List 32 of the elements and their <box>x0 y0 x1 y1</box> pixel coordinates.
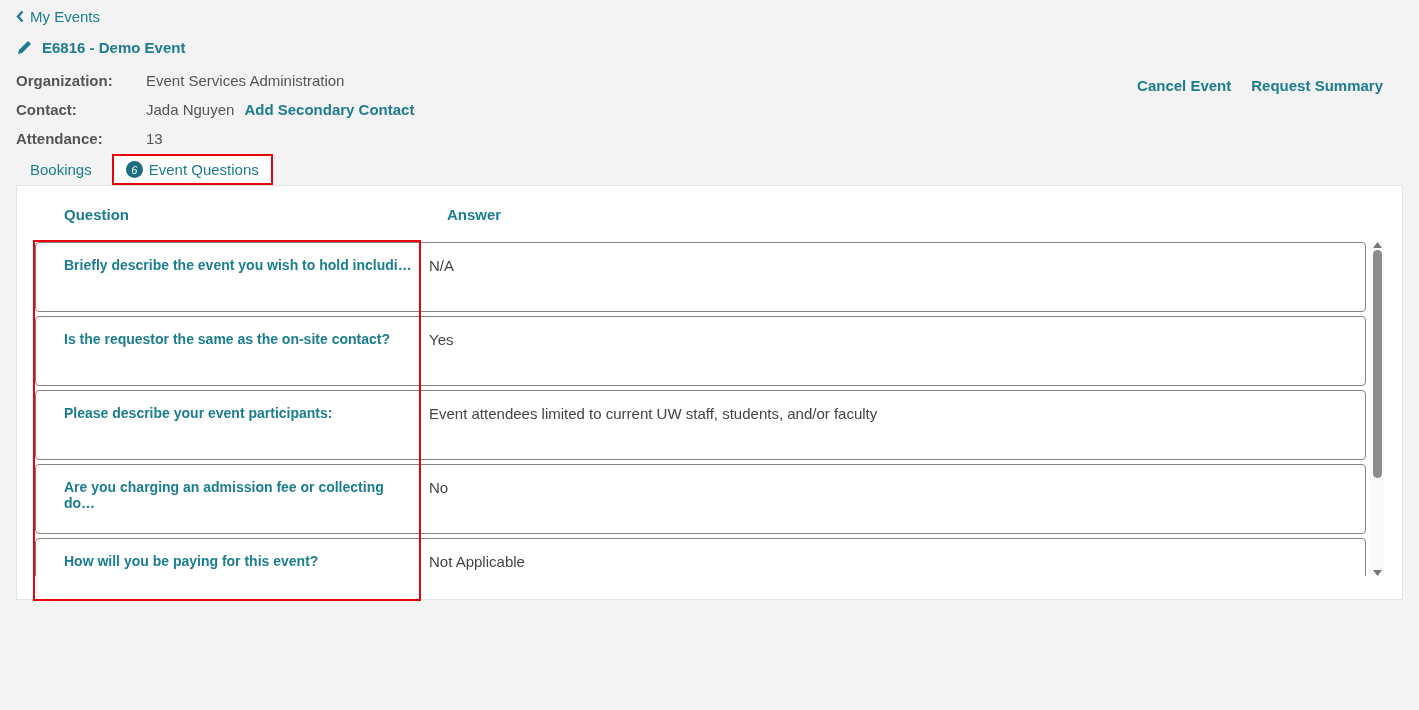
detail-label: Organization: <box>16 72 114 89</box>
action-link[interactable]: Cancel Event <box>1137 77 1232 97</box>
tab[interactable]: Bookings <box>16 154 106 185</box>
question-text: Is the requestor the same as the on-site contact? <box>63 331 391 349</box>
scrollbar[interactable] <box>1370 242 1384 576</box>
action-link[interactable]: Request Summary <box>1251 77 1383 97</box>
scrollbar-thumb[interactable] <box>1372 250 1382 478</box>
event-title: E6816 - Demo Event <box>42 38 186 56</box>
column-header: Answer <box>447 205 502 223</box>
detail-label: Contact: <box>16 101 78 118</box>
question-text: Please describe your event participants: <box>63 405 334 423</box>
pencil-icon[interactable] <box>16 38 33 56</box>
answer-text: N/A <box>428 257 454 276</box>
tab[interactable]: 6 Event Questions <box>111 154 273 185</box>
detail-value: Jada Nguyen <box>146 101 235 118</box>
chevron-left-icon <box>16 9 24 23</box>
column-header: Question <box>63 205 130 223</box>
back-link[interactable]: My Events <box>16 5 101 27</box>
detail-value: Event Services Administration <box>146 72 345 89</box>
add-contact-link[interactable]: Add Secondary Contact <box>244 101 415 118</box>
answer-text: Event attendees limited to current UW staff, students, and/or faculty <box>428 405 878 424</box>
question-text: Are you charging an admission fee or collecting do… <box>63 479 385 513</box>
answer-text: Yes <box>428 331 454 350</box>
question-text: How will you be paying for this event? <box>63 553 320 571</box>
count-badge: 6 <box>125 161 143 178</box>
scroll-up-icon[interactable] <box>1372 242 1382 248</box>
question-text: Briefly describe the event you wish to hold includi… <box>63 257 413 275</box>
answer-text: Not Applicable <box>428 553 525 572</box>
detail-value: 13 <box>146 130 163 147</box>
answer-text: No <box>428 479 449 498</box>
detail-label: Attendance: <box>16 130 104 147</box>
scroll-down-icon[interactable] <box>1372 570 1382 576</box>
